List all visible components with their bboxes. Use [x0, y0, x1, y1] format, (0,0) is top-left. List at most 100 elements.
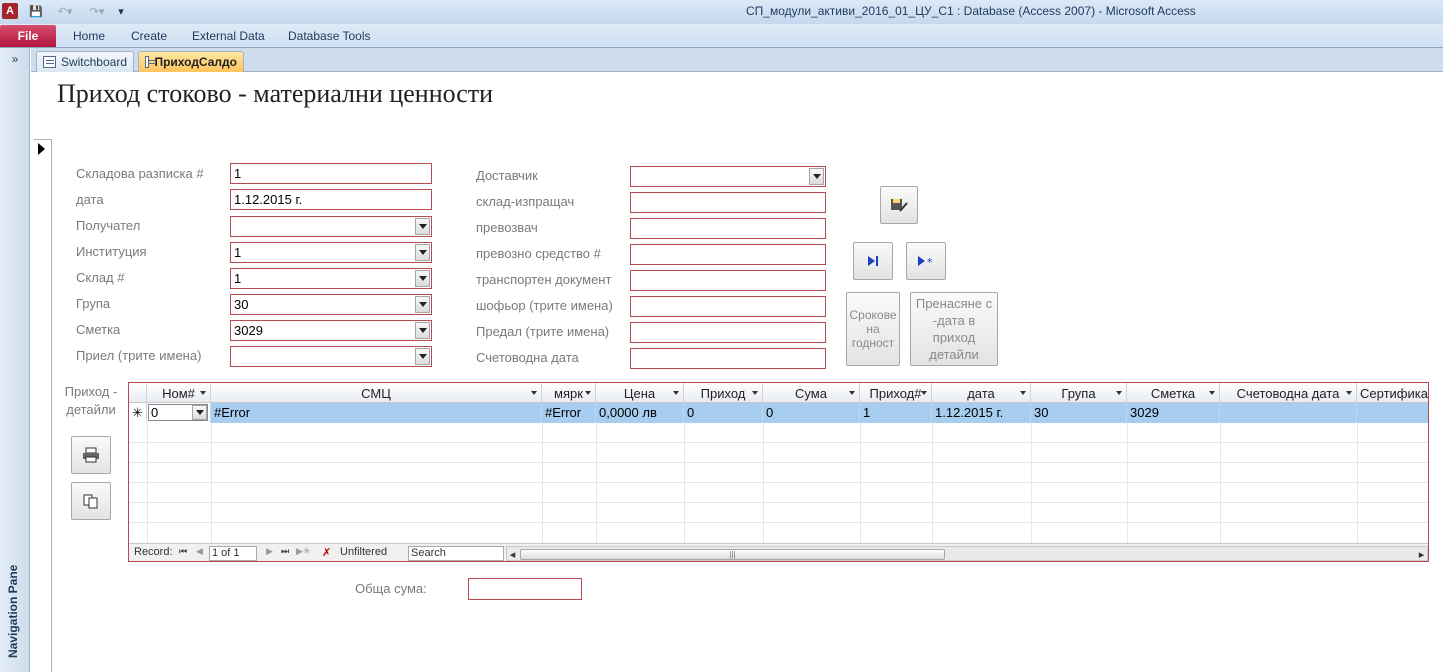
search-input[interactable]: Search	[408, 546, 504, 561]
tab-home[interactable]: Home	[73, 29, 105, 43]
last-record-button[interactable]	[853, 242, 893, 280]
chevron-down-icon[interactable]	[415, 348, 430, 365]
tab-switchboard-label: Switchboard	[60, 55, 127, 69]
tab-prihod-saldo[interactable]: ПриходСалдо	[138, 51, 244, 72]
column-header-account[interactable]: Сметка	[1127, 383, 1220, 403]
redo-icon[interactable]: ↷▾	[84, 3, 110, 19]
carrier-field[interactable]	[630, 218, 826, 239]
table-row[interactable]: ✳ 0 #Error #Error 0,0000 лв 0 0 1 1.12.2…	[129, 403, 1428, 423]
cell-unit[interactable]: #Error	[542, 403, 596, 423]
record-navigation-bar: Record: ⏮ ◀ 1 of 1 ▶ ⏭ ▶✳ ✗ Unfiltered S…	[129, 543, 1428, 561]
cell-price[interactable]: 0,0000 лв	[596, 403, 684, 423]
cell-sum[interactable]: 0	[763, 403, 860, 423]
copy-button[interactable]	[71, 482, 111, 520]
cell-smc[interactable]: #Error	[211, 403, 542, 423]
title-bar: A 💾 ↶▾ ↷▾ ▾ СП_модули_активи_2016_01_ЦУ_…	[0, 0, 1443, 24]
account-combo[interactable]: 3029	[230, 320, 432, 341]
chevron-down-icon[interactable]	[415, 322, 430, 339]
chevron-down-icon[interactable]	[809, 168, 824, 185]
account-value: 3029	[234, 323, 263, 338]
column-header-price[interactable]: Цена	[596, 383, 684, 403]
scrollbar-thumb[interactable]: |||	[520, 549, 945, 560]
column-header-accounting-date[interactable]: Счетоводна дата	[1220, 383, 1357, 403]
horizontal-scrollbar[interactable]: ◂ ||| ▸	[506, 546, 1428, 561]
column-header-sum[interactable]: Сума	[763, 383, 860, 403]
form-prihod-saldo: Приход стоково - материални ценности Скл…	[31, 73, 1443, 672]
tab-database-tools[interactable]: Database Tools	[288, 29, 371, 43]
vehicle-number-field[interactable]	[630, 244, 826, 265]
scroll-right-icon[interactable]: ▸	[1416, 549, 1427, 561]
column-header-date[interactable]: дата	[932, 383, 1031, 403]
access-app-icon[interactable]: A	[2, 3, 18, 19]
new-record-button[interactable]: *	[906, 242, 946, 280]
label-account: Сметка	[76, 322, 121, 337]
warehouse-combo[interactable]: 1	[230, 268, 432, 289]
accounting-date-field[interactable]	[630, 348, 826, 369]
label-receipt-number: Складова разписка #	[76, 166, 204, 181]
total-sum-field[interactable]	[468, 578, 582, 600]
column-header-group[interactable]: Група	[1031, 383, 1127, 403]
filter-status[interactable]: Unfiltered	[340, 546, 387, 558]
last-record-icon[interactable]: ⏭	[281, 546, 289, 557]
new-blank-record-icon[interactable]: ▶✳	[296, 546, 310, 557]
current-record-arrow-icon	[38, 143, 45, 155]
expiry-dates-button[interactable]: Срокове на годност	[846, 292, 900, 366]
tab-create[interactable]: Create	[131, 29, 167, 43]
cell-income-number[interactable]: 1	[860, 403, 932, 423]
prev-record-icon[interactable]: ◀	[196, 546, 203, 557]
date-field[interactable]: 1.12.2015 г.	[230, 189, 432, 210]
recipient-combo[interactable]	[230, 216, 432, 237]
sending-warehouse-field[interactable]	[630, 192, 826, 213]
column-header-smc[interactable]: СМЦ	[211, 383, 542, 403]
column-header-unit[interactable]: мярк	[542, 383, 596, 403]
group-combo[interactable]: 30	[230, 294, 432, 315]
save-icon[interactable]: 💾	[28, 3, 44, 19]
label-date: дата	[76, 192, 104, 207]
undo-icon[interactable]: ↶▾	[52, 3, 78, 19]
print-button[interactable]	[71, 436, 111, 474]
cell-income[interactable]: 0	[684, 403, 763, 423]
save-edit-icon	[891, 199, 908, 212]
tab-external-data[interactable]: External Data	[192, 29, 265, 43]
transport-document-field[interactable]	[630, 270, 826, 291]
copy-icon	[83, 494, 98, 509]
transfer-date-button[interactable]: Пренасяне с -дата в приход детайли	[910, 292, 998, 366]
chevron-down-icon[interactable]	[415, 244, 430, 261]
new-record-icon: *	[918, 256, 933, 267]
handed-by-field[interactable]	[630, 322, 826, 343]
cell-certificate[interactable]	[1357, 403, 1428, 423]
first-record-icon[interactable]: ⏮	[179, 546, 187, 557]
next-record-icon[interactable]: ▶	[266, 546, 273, 557]
tab-switchboard[interactable]: Switchboard	[36, 51, 134, 72]
column-header-income-number[interactable]: Приход#	[860, 383, 932, 403]
subform-label: Приход - детайли	[64, 384, 118, 417]
received-by-combo[interactable]	[230, 346, 432, 367]
quick-access-menu-icon[interactable]: ▾	[116, 3, 126, 19]
supplier-combo[interactable]	[630, 166, 826, 187]
receipt-number-field[interactable]: 1	[230, 163, 432, 184]
select-all-corner[interactable]	[129, 383, 147, 403]
printer-icon	[83, 447, 99, 463]
cell-account[interactable]: 3029	[1127, 403, 1220, 423]
scroll-left-icon[interactable]: ◂	[507, 549, 518, 561]
column-header-certificate[interactable]: Сертифика	[1357, 383, 1428, 403]
record-selector[interactable]	[34, 139, 52, 672]
cell-nom-combo[interactable]: 0	[147, 403, 211, 423]
chevron-down-icon[interactable]	[415, 270, 430, 287]
nav-pane-bar[interactable]: Navigation Pane	[0, 48, 30, 672]
cell-date[interactable]: 1.12.2015 г.	[932, 403, 1031, 423]
label-warehouse: Склад #	[76, 270, 125, 285]
institution-combo[interactable]: 1	[230, 242, 432, 263]
file-tab[interactable]: File	[0, 25, 56, 47]
column-header-nom[interactable]: Ном#	[147, 383, 211, 403]
chevron-down-icon[interactable]	[192, 405, 207, 420]
chevron-down-icon[interactable]	[415, 218, 430, 235]
save-record-button[interactable]	[880, 186, 918, 224]
cell-group[interactable]: 30	[1031, 403, 1127, 423]
column-header-income[interactable]: Приход	[684, 383, 763, 403]
driver-field[interactable]	[630, 296, 826, 317]
grid-line	[684, 423, 685, 543]
chevron-down-icon[interactable]	[415, 296, 430, 313]
cell-accounting-date[interactable]	[1220, 403, 1357, 423]
current-record-input[interactable]: 1 of 1	[209, 546, 257, 561]
